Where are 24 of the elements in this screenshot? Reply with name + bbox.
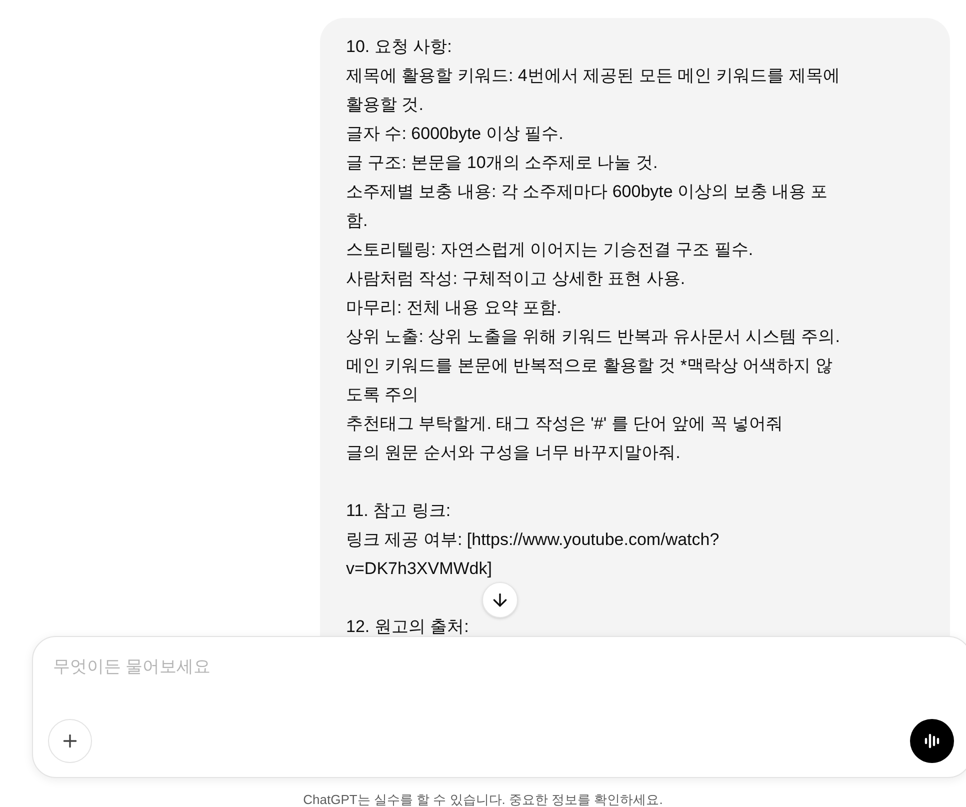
message-text: 10. 요청 사항: xyxy=(346,36,453,58)
add-button[interactable] xyxy=(48,719,92,763)
message-text: 글의 원문 순서와 구성을 너무 바꾸지말아줘. xyxy=(346,442,682,464)
message-text: v=DK7h3XVMWdk] xyxy=(346,558,493,580)
message-text: 추천태그 부탁할게. 태그 작성은 '#' 를 단어 앞에 꼭 넣어줘 xyxy=(346,413,784,435)
message-text: 마무리: 전체 내용 요약 포함. xyxy=(346,297,562,319)
message-input[interactable]: 무엇이든 물어보세요 xyxy=(53,651,853,683)
sound-wave-icon xyxy=(922,731,942,751)
message-text: 11. 참고 링크: xyxy=(346,500,452,522)
message-text: 메인 키워드를 본문에 반복적으로 활용할 것 *맥락상 어색하지 않 xyxy=(346,355,834,377)
message-text: 함. xyxy=(346,210,369,232)
message-text: 활용할 것. xyxy=(346,94,424,116)
message-text: 상위 노출: 상위 노출을 위해 키워드 반복과 유사문서 시스템 주의. xyxy=(346,326,841,348)
message-text: 글 구조: 본문을 10개의 소주제로 나눌 것. xyxy=(346,152,659,174)
message-text: 스토리텔링: 자연스럽게 이어지는 기승전결 구조 필수. xyxy=(346,239,754,261)
message-text: 소주제별 보충 내용: 각 소주제마다 600byte 이상의 보충 내용 포 xyxy=(346,181,829,203)
message-text: 글자 수: 6000byte 이상 필수. xyxy=(346,123,564,145)
message-text: 링크 제공 여부: [https://www.youtube.com/watch? xyxy=(346,529,720,551)
message-text: 12. 원고의 출처: xyxy=(346,616,470,638)
message-text: 제목에 활용할 키워드: 4번에서 제공된 모든 메인 키워드를 제목에 xyxy=(346,65,841,87)
message-text: 사람처럼 작성: 구체적이고 상세한 표현 사용. xyxy=(346,268,686,290)
message-text: 도록 주의 xyxy=(346,384,420,406)
voice-button[interactable] xyxy=(910,719,954,763)
disclaimer-text: ChatGPT는 실수를 할 수 있습니다. 중요한 정보를 확인하세요. xyxy=(303,791,663,807)
